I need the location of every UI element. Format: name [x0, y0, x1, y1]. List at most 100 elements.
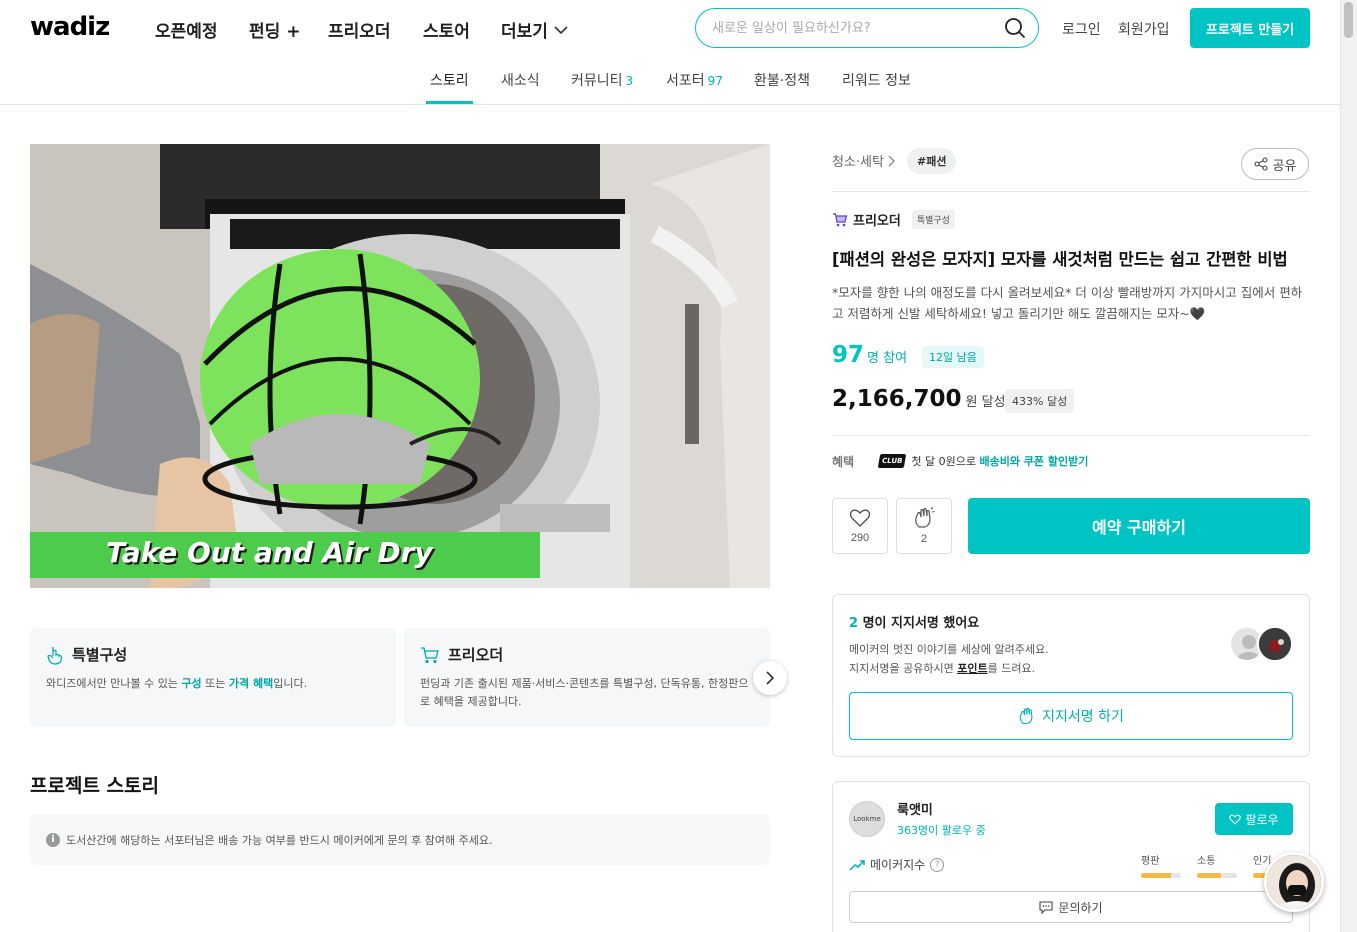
tab-label: 환불·정책	[754, 73, 810, 89]
follow-button[interactable]: 팔로우	[1215, 803, 1293, 835]
chevron-down-icon	[554, 25, 568, 34]
tab-count: 97	[707, 74, 723, 88]
share-label: 공유	[1272, 157, 1297, 173]
cheer-button[interactable]: 2	[896, 498, 952, 554]
achievement-badge: 433% 달성	[1005, 389, 1075, 413]
login-link[interactable]: 로그인	[1062, 19, 1101, 39]
clap-icon	[915, 507, 935, 528]
cheer-count: 2	[920, 533, 928, 545]
shipping-notice: i 도서산간에 해당하는 서포터님은 배송 가능 여부를 반드시 메이커에게 문…	[30, 814, 770, 865]
info-icon: i	[46, 832, 60, 847]
category-breadcrumb[interactable]: 청소·세탁	[832, 151, 896, 170]
inquiry-label: 문의하기	[1058, 900, 1103, 915]
cards-next-button[interactable]	[753, 661, 787, 695]
preorder-buy-button[interactable]: 예약 구매하기	[968, 498, 1310, 554]
days-left-badge: 12일 남음	[922, 346, 984, 368]
feature-card-desc: 펀딩과 기존 출시된 제품·서비스·콘텐츠를 특별구성, 단독유통, 한정판으로…	[420, 677, 749, 708]
search-bar[interactable]	[695, 8, 1039, 48]
tab-news[interactable]: 새소식	[501, 70, 540, 90]
tab-count: 3	[625, 74, 634, 88]
nav-store[interactable]: 스토어	[423, 17, 470, 42]
trend-up-icon	[849, 859, 865, 871]
hand-pointer-icon	[47, 646, 63, 665]
nav-more-label: 더보기	[501, 22, 548, 42]
feature-card-preorder: 프리오더 펀딩과 기존 출시된 제품·서비스·콘텐츠를 특별구성, 단독유통, …	[404, 628, 770, 727]
nav-upcoming[interactable]: 오픈예정	[155, 17, 218, 42]
tab-community[interactable]: 커뮤니티 3	[571, 70, 633, 90]
feature-card-title: 특별구성	[72, 646, 128, 664]
hashtag-fashion[interactable]: #패션	[907, 148, 957, 174]
maker-bar-communication: 소통	[1197, 852, 1237, 878]
project-description: *모자를 향한 나의 애정도를 다시 올려보세요* 더 이상 빨래방까지 가지마…	[832, 285, 1303, 321]
signup-link[interactable]: 회원가입	[1118, 19, 1170, 39]
shipping-notice-text: 도서산간에 해당하는 서포터님은 배송 가능 여부를 반드시 메이커에게 문의 …	[66, 833, 493, 847]
club-badge: CLUB	[877, 454, 907, 468]
participants-unit: 명 참여	[867, 351, 908, 366]
clap-icon	[1019, 707, 1033, 724]
search-input[interactable]	[712, 20, 1004, 36]
tab-supporters[interactable]: 서포터 97	[666, 70, 723, 90]
signature-button-label: 지지서명 하기	[1042, 709, 1124, 725]
feature-card-title: 프리오더	[448, 646, 504, 664]
participants-metric: 97 명 참여	[832, 342, 907, 368]
shopping-cart-icon	[421, 646, 439, 663]
tab-label: 새소식	[501, 73, 540, 89]
project-tabs: 스토리 새소식 커뮤니티 3 서포터 97 환불·정책 리워드 정보	[0, 60, 1340, 105]
washing-machine-illustration	[30, 144, 770, 588]
chevron-right-icon	[766, 671, 775, 685]
maker-avatar[interactable]: Lookme	[849, 801, 885, 837]
amount-unit: 원 달성	[965, 395, 1006, 410]
feature-card-special: 특별구성 와디즈에서만 만나볼 수 있는 구성 또는 가격 혜택입니다.	[30, 628, 396, 727]
project-type-label: 프리오더	[853, 214, 901, 229]
inquiry-button[interactable]: 문의하기	[849, 891, 1293, 923]
like-button[interactable]: 290	[832, 498, 888, 554]
page-scrollbar[interactable]	[1340, 0, 1357, 932]
supporter-avatar	[1257, 626, 1293, 662]
project-title: [패션의 완성은 모자지] 모자를 새것처럼 만드는 쉽고 간편한 비법	[832, 250, 1288, 269]
participants-count: 97	[832, 342, 865, 368]
active-tab-indicator	[426, 101, 473, 104]
club-benefit[interactable]: CLUB 첫 달 0원으로 배송비와 쿠폰 할인받기	[877, 453, 1089, 469]
maker-bar-reputation: 평판	[1141, 852, 1181, 878]
benefit-text: 첫 달 0원으로 배송비와 쿠폰 할인받기	[911, 455, 1089, 468]
chat-icon	[1039, 900, 1053, 914]
signature-button[interactable]: 지지서명 하기	[849, 692, 1293, 740]
signature-description: 메이커의 멋진 이야기를 세상에 알려주세요. 지지서명을 공유하시면 포인트를…	[849, 643, 1049, 675]
make-project-button[interactable]: 프로젝트 만들기	[1190, 8, 1310, 48]
benefit-label: 혜택	[832, 455, 855, 469]
follow-label: 팔로우	[1245, 812, 1279, 827]
tab-label: 스토리	[430, 73, 469, 89]
wadiz-logo[interactable]: wadiz	[30, 12, 110, 42]
tab-label: 커뮤니티	[571, 73, 623, 89]
maker-followers: 363명이 팔로우 중	[897, 824, 986, 837]
tab-refund-policy[interactable]: 환불·정책	[754, 70, 810, 90]
cart-icon	[833, 213, 848, 227]
like-count: 290	[850, 532, 870, 544]
share-button[interactable]: 공유	[1241, 148, 1309, 180]
tab-reward-info[interactable]: 리워드 정보	[842, 70, 911, 90]
project-main-image[interactable]: Take Out and Air Dry	[30, 144, 770, 588]
feature-card-desc: 와디즈에서만 만나볼 수 있는 구성 또는 가격 혜택입니다.	[46, 677, 308, 690]
maker-index-label: 메이커지수	[870, 858, 926, 872]
divider	[832, 191, 1310, 192]
floating-chat-avatar[interactable]	[1264, 852, 1324, 912]
heart-icon	[1229, 814, 1242, 825]
search-icon[interactable]	[1004, 17, 1026, 39]
nav-preorder[interactable]: 프리오더	[328, 17, 391, 42]
image-caption: Take Out and Air Dry	[106, 536, 433, 569]
nav-funding[interactable]: 펀딩 +	[249, 17, 300, 42]
category-label: 청소·세탁	[832, 155, 884, 170]
amount-metric: 2,166,700 원 달성	[832, 386, 1006, 412]
heart-icon	[849, 509, 871, 527]
scrollbar-thumb[interactable]	[1344, 2, 1353, 38]
nav-more[interactable]: 더보기	[501, 17, 568, 42]
maker-name[interactable]: 룩앳미	[897, 799, 933, 818]
tab-label: 리워드 정보	[842, 73, 911, 89]
divider	[832, 435, 1310, 436]
project-type: 프리오더 특별구성	[832, 210, 955, 229]
tab-story[interactable]: 스토리	[430, 70, 469, 90]
tab-label: 서포터	[666, 73, 705, 89]
chevron-right-icon	[888, 155, 895, 166]
amount-value: 2,166,700	[832, 386, 962, 412]
help-icon[interactable]: ?	[930, 857, 945, 872]
